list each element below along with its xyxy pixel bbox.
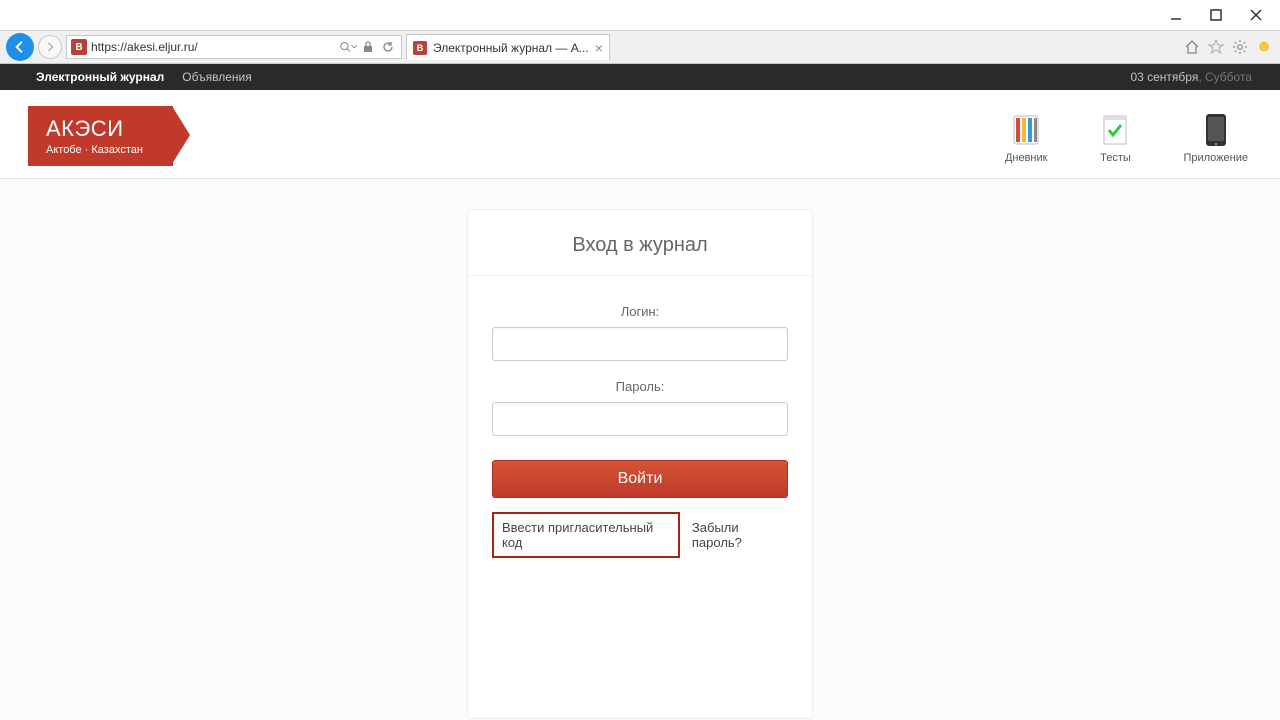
login-title: Вход в журнал (468, 234, 812, 257)
submit-button[interactable]: Войти (492, 460, 788, 498)
search-dropdown-icon[interactable] (339, 38, 357, 56)
header-diary[interactable]: Дневник (1005, 114, 1048, 164)
password-label: Пароль: (492, 379, 788, 394)
lock-icon (359, 38, 377, 56)
feedback-icon[interactable]: ☻ (1254, 37, 1274, 57)
invite-code-link[interactable]: Ввести пригласительный код (492, 512, 680, 558)
day-text: , Суббота (1198, 70, 1252, 84)
tests-icon (1099, 114, 1131, 146)
url-actions (339, 38, 397, 56)
site-favicon: В (71, 39, 87, 55)
browser-right-icons: ☻ (1182, 37, 1274, 57)
password-input[interactable] (492, 402, 788, 436)
header-icons: Дневник Тесты Приложение (1005, 106, 1248, 164)
close-button[interactable] (1236, 1, 1276, 29)
address-bar[interactable]: В https://akesi.eljur.ru/ (66, 35, 402, 59)
maximize-button[interactable] (1196, 1, 1236, 29)
window-title-bar (0, 0, 1280, 30)
school-title: АКЭСИ (46, 116, 143, 142)
tab-favicon: В (413, 41, 427, 55)
diary-icon (1010, 114, 1042, 146)
page-body: Вход в журнал Логин: Пароль: Войти Ввест… (0, 179, 1280, 719)
header-app[interactable]: Приложение (1183, 114, 1248, 164)
minimize-button[interactable] (1156, 1, 1196, 29)
back-button[interactable] (6, 33, 34, 61)
home-icon[interactable] (1182, 37, 1202, 57)
star-icon[interactable] (1206, 37, 1226, 57)
nav-journal[interactable]: Электронный журнал (36, 70, 164, 84)
app-label: Приложение (1183, 152, 1248, 164)
browser-tab[interactable]: В Электронный журнал — А... × (406, 34, 610, 60)
forward-button[interactable] (38, 35, 62, 59)
login-input[interactable] (492, 327, 788, 361)
tests-label: Тесты (1100, 152, 1131, 164)
forgot-password-link[interactable]: Забыли пароль? (692, 520, 788, 550)
site-header: АКЭСИ Актобе · Казахстан Дневник Тесты П… (0, 90, 1280, 179)
school-flag: АКЭСИ Актобе · Казахстан (28, 106, 173, 166)
tab-title: Электронный журнал — А... (433, 41, 589, 55)
browser-toolbar: В https://akesi.eljur.ru/ В Электронный … (0, 30, 1280, 64)
gear-icon[interactable] (1230, 37, 1250, 57)
diary-label: Дневник (1005, 152, 1048, 164)
divider (468, 275, 812, 276)
refresh-icon[interactable] (379, 38, 397, 56)
url-text: https://akesi.eljur.ru/ (91, 40, 335, 54)
school-subtitle: Актобе · Казахстан (46, 144, 143, 156)
tab-close-icon[interactable]: × (595, 40, 603, 56)
app-icon (1200, 114, 1232, 146)
date-text: 03 сентября (1130, 70, 1198, 84)
login-label: Логин: (492, 304, 788, 319)
site-top-bar: Электронный журнал Объявления 03 сентябр… (0, 64, 1280, 90)
date-display: 03 сентября, Суббота (1130, 70, 1252, 84)
header-tests[interactable]: Тесты (1099, 114, 1131, 164)
login-card: Вход в журнал Логин: Пароль: Войти Ввест… (467, 209, 813, 719)
nav-announcements[interactable]: Объявления (182, 70, 251, 84)
